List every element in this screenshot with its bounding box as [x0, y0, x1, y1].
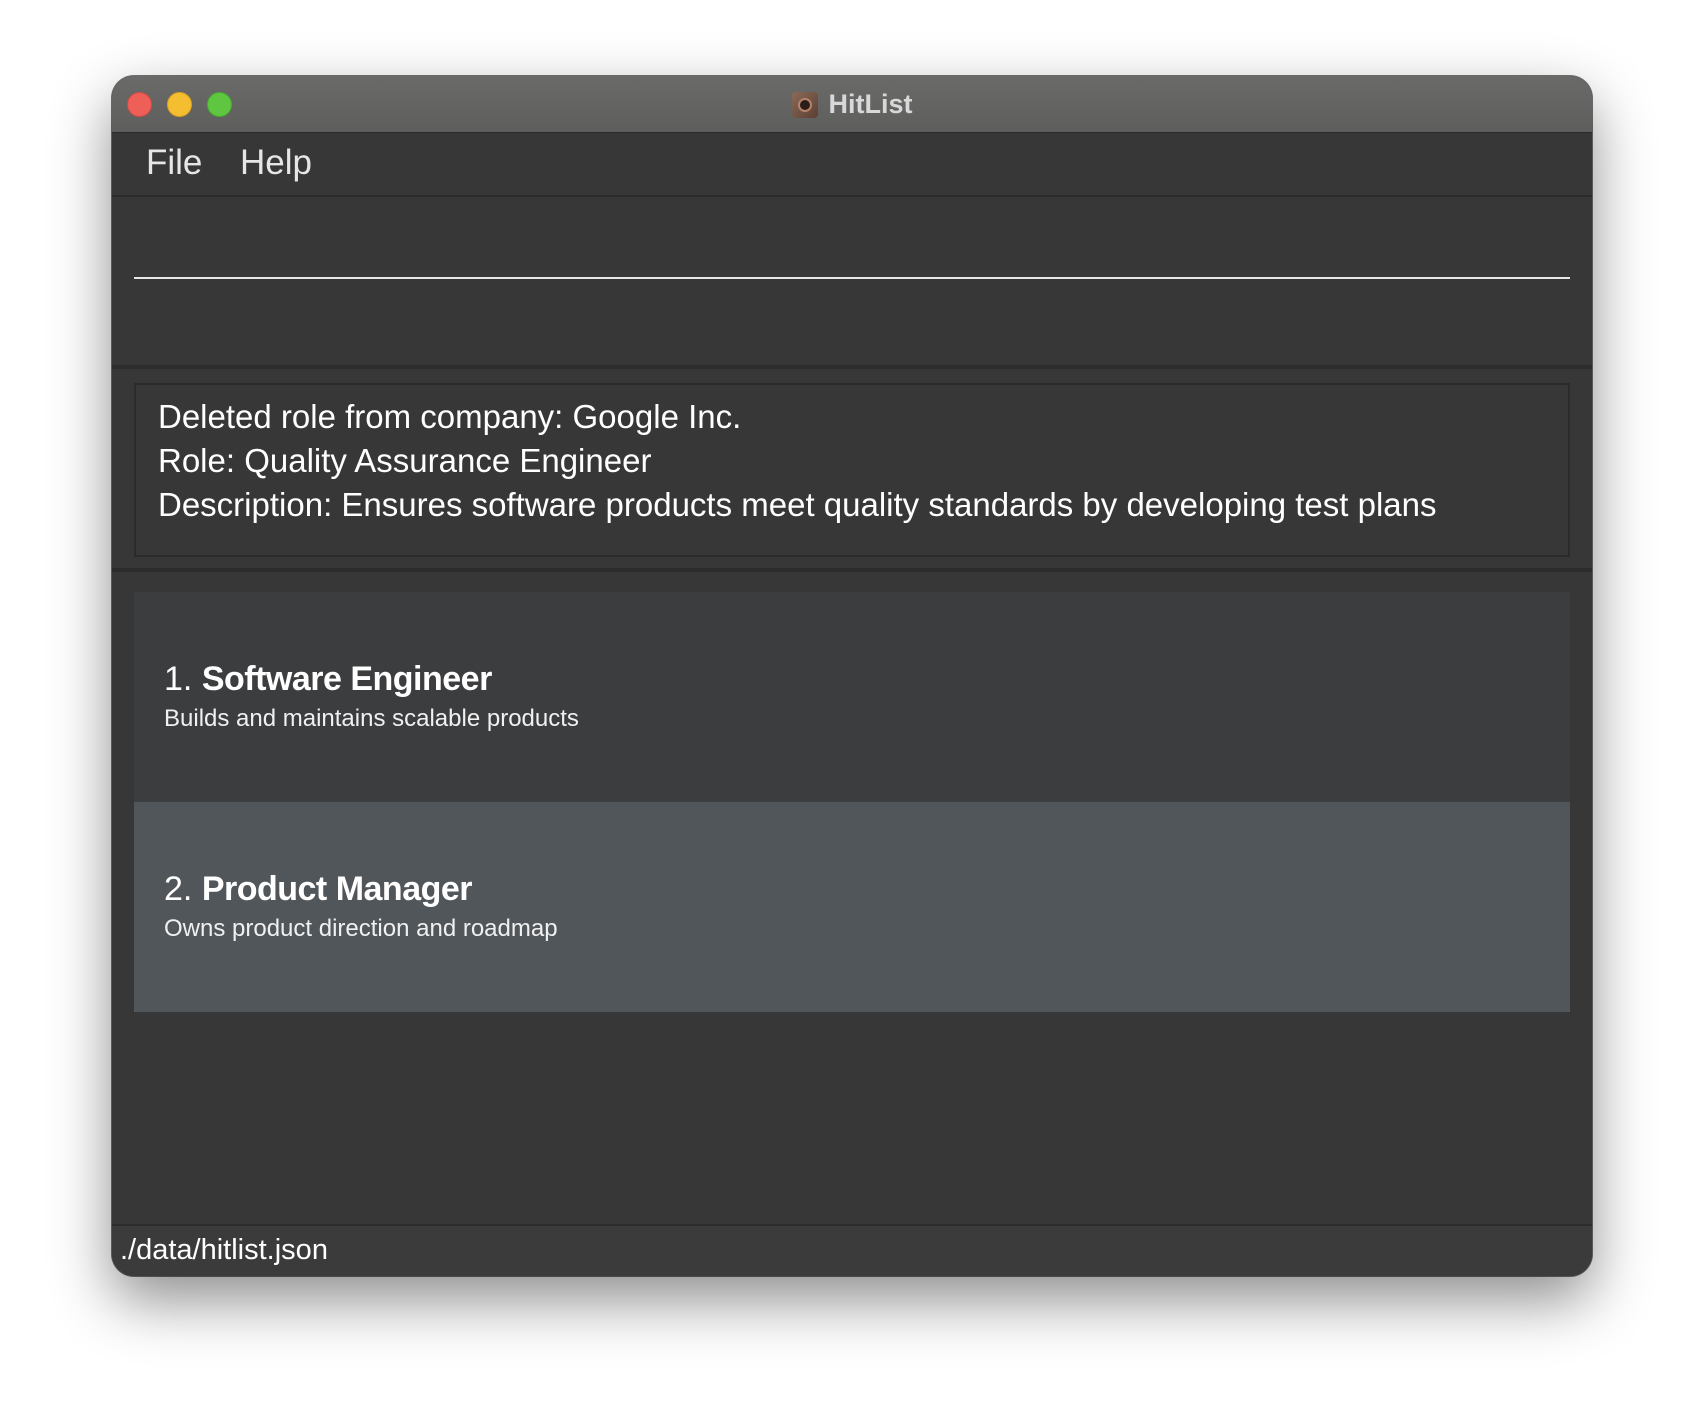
role-title: 1. Software Engineer — [164, 660, 492, 699]
role-description: Builds and maintains scalable products — [164, 705, 579, 732]
role-card[interactable]: 1. Software Engineer Builds and maintain… — [134, 592, 1570, 802]
title-bar[interactable]: HitList — [112, 76, 1592, 133]
app-window: HitList File Help Deleted role from comp… — [112, 76, 1592, 1276]
role-index: 1. — [164, 660, 193, 698]
command-input[interactable] — [134, 197, 1570, 279]
result-line: Deleted role from company: Google Inc. — [158, 398, 742, 435]
menu-bar: File Help — [112, 133, 1592, 197]
result-line: Description: Ensures software products m… — [158, 486, 1437, 523]
result-display: Deleted role from company: Google Inc. R… — [134, 383, 1570, 557]
app-icon — [791, 91, 818, 118]
menu-help[interactable]: Help — [234, 141, 318, 185]
title-group: HitList — [112, 76, 1592, 133]
role-index: 2. — [164, 870, 193, 908]
app-icon-emblem — [799, 99, 810, 110]
role-name: Software Engineer — [201, 660, 493, 698]
window-title: HitList — [828, 89, 913, 119]
menu-file[interactable]: File — [140, 141, 208, 185]
role-name: Product Manager — [201, 870, 473, 908]
data-file-path: ./data/hitlist.json — [120, 1234, 328, 1266]
result-line: Role: Quality Assurance Engineer — [158, 442, 652, 479]
role-list: 1. Software Engineer Builds and maintain… — [112, 568, 1592, 1276]
role-description: Owns product direction and roadmap — [164, 915, 558, 942]
role-card-selected[interactable]: 2. Product Manager Owns product directio… — [134, 802, 1570, 1012]
status-bar: ./data/hitlist.json — [112, 1224, 1592, 1276]
command-area — [112, 197, 1592, 369]
role-title: 2. Product Manager — [164, 870, 473, 909]
